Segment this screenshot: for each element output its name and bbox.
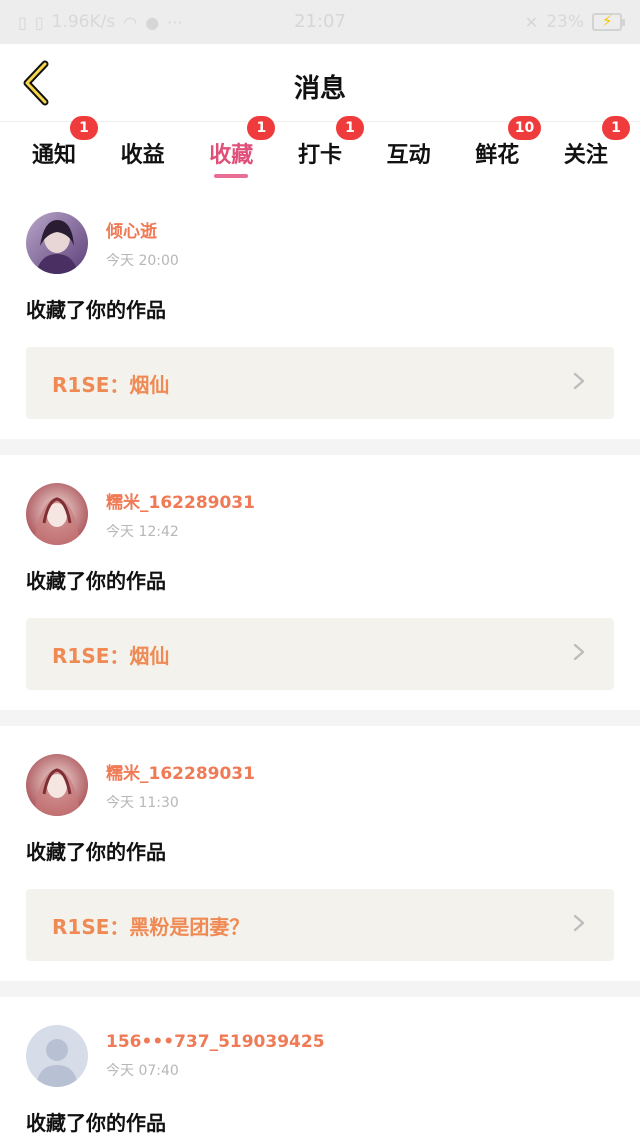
tab-label: 收藏 [209, 143, 254, 168]
user-name[interactable]: 糯米_162289031 [106, 759, 255, 784]
message-header: 糯米_162289031 今天 11:30 [26, 754, 614, 816]
work-title: R1SE：烟仙 [52, 643, 170, 668]
tab-notifications[interactable]: 通知 1 [10, 116, 98, 184]
user-name[interactable]: 糯米_162289031 [106, 488, 255, 513]
message-card[interactable]: 糯米_162289031 今天 11:30 收藏了你的作品 R1SE：黑粉是团妻？ [0, 726, 640, 981]
user-meta: 糯米_162289031 今天 11:30 [106, 754, 255, 816]
message-header: 156•••737_519039425 今天 07:40 [26, 1025, 614, 1087]
tab-label: 通知 [31, 143, 76, 168]
tab-label: 互动 [386, 143, 431, 168]
message-action-text: 收藏了你的作品 [26, 840, 166, 864]
user-meta: 倾心逝今天 20:00 [106, 212, 179, 274]
message-time: 今天 12:42 [106, 523, 179, 540]
tab-earnings[interactable]: 收益 [99, 122, 187, 184]
message-list: 倾心逝 今天 20:00 收藏了你的作品 R1SE：烟仙 糯米_162289031 今天 … [0, 184, 640, 1138]
tab-interactions[interactable]: 互动 [365, 122, 453, 184]
message-time: 今天 11:30 [106, 794, 179, 811]
message-card[interactable]: 156•••737_519039425 今天 07:40 收藏了你的作品 [0, 997, 640, 1138]
user-name[interactable]: 156•••737_519039425 [106, 1032, 325, 1052]
tab-label: 打卡 [297, 143, 342, 168]
message-action-text: 收藏了你的作品 [26, 569, 166, 593]
work-link[interactable]: R1SE：烟仙 [26, 618, 614, 690]
status-bar: ▯ ▯ 1.96K/s ◠ ● ··· 21:07 ✕ 23% ⚡ [0, 0, 640, 44]
tab-checkin[interactable]: 打卡 1 [276, 116, 364, 184]
tab-follows[interactable]: 关注 1 [542, 116, 630, 184]
message-tabs: 通知 1 收益 收藏 1 打卡 1 互动 鲜花 10 关注 1 [0, 116, 640, 184]
user-meta: 156•••737_519039425 今天 07:40 [106, 1025, 325, 1087]
status-time: 21:07 [294, 11, 346, 32]
avatar[interactable] [26, 754, 88, 816]
work-link[interactable]: R1SE：烟仙 [26, 347, 614, 419]
message-time: 今天 20:00 [106, 252, 179, 269]
tab-flowers[interactable]: 鲜花 10 [453, 116, 542, 184]
unread-badge: 1 [70, 116, 98, 140]
tab-label: 收益 [120, 143, 165, 168]
tab-label: 关注 [563, 143, 608, 168]
message-action-text: 收藏了你的作品 [26, 1111, 166, 1135]
unread-badge: 1 [601, 116, 630, 140]
message-card[interactable]: 倾心逝今天 20:00 收藏了你的作品 R1SE：烟仙 [0, 184, 640, 439]
work-link[interactable]: R1SE：黑粉是团妻？ [26, 889, 614, 961]
unread-badge: 10 [507, 116, 542, 140]
message-header: 倾心逝今天 20:00 [26, 212, 614, 274]
active-tab-indicator [214, 174, 249, 178]
tab-favorites[interactable]: 收藏 1 [187, 116, 276, 184]
message-action-text: 收藏了你的作品 [26, 298, 166, 322]
message-card[interactable]: 糯米_162289031 今天 12:42 收藏了你的作品 R1SE：烟仙 [0, 455, 640, 710]
chevron-right-icon [570, 914, 588, 936]
battery-icon: ⚡ [592, 12, 625, 31]
avatar[interactable] [26, 483, 88, 545]
user-meta: 糯米_162289031 今天 12:42 [106, 483, 255, 545]
user-name[interactable]: 倾心逝 [106, 217, 179, 242]
message-time: 今天 07:40 [106, 1063, 179, 1079]
work-title: R1SE：黑粉是团妻？ [52, 914, 250, 939]
work-title: R1SE：烟仙 [52, 372, 170, 397]
page-title: 消息 [293, 74, 346, 104]
avatar[interactable] [26, 212, 88, 274]
tab-label: 鲜花 [475, 143, 520, 168]
message-header: 糯米_162289031 今天 12:42 [26, 483, 614, 545]
app-header: 消息 [0, 44, 640, 122]
chevron-right-icon [570, 643, 588, 665]
chevron-right-icon [570, 372, 588, 394]
avatar[interactable] [26, 1025, 88, 1087]
unread-badge: 1 [335, 116, 364, 140]
unread-badge: 1 [247, 116, 276, 140]
